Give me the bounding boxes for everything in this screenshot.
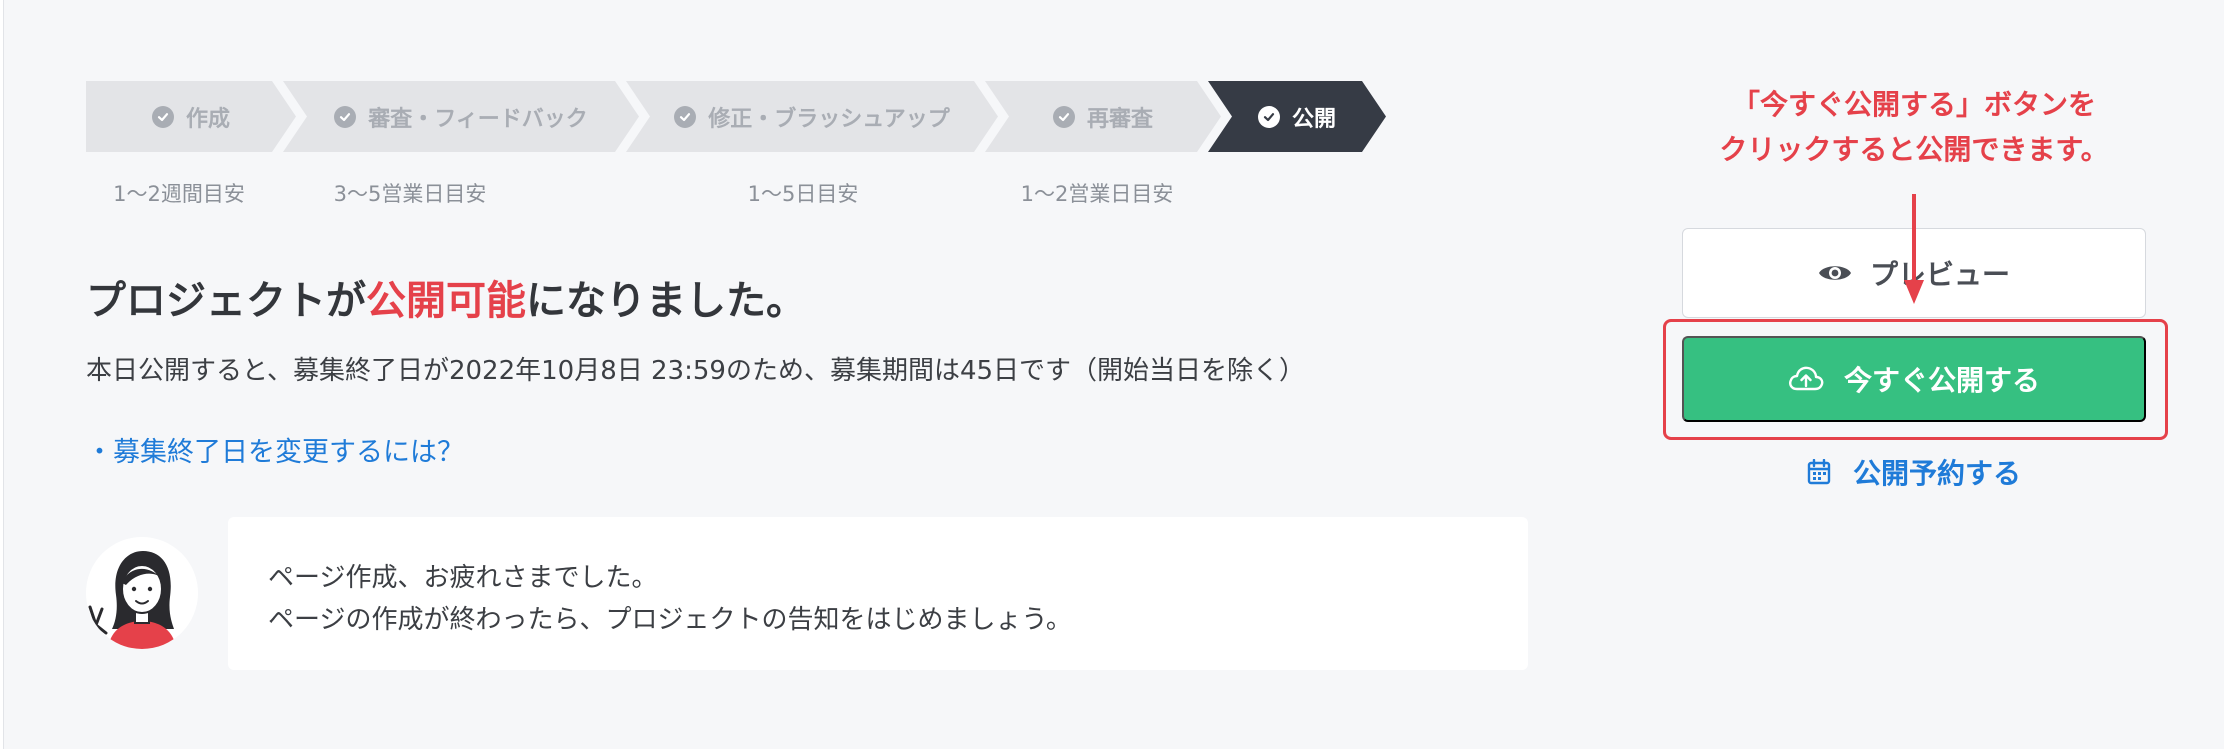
check-circle-icon bbox=[1053, 106, 1075, 128]
reserve-label: 公開予約する bbox=[1852, 457, 2022, 490]
annotation-line: クリックすると公開できます。 bbox=[1719, 133, 2109, 166]
step-re-review: 再審査 bbox=[985, 81, 1221, 152]
preview-label: プレビュー bbox=[1869, 259, 2010, 290]
step-label: 作成 bbox=[185, 106, 230, 132]
annotation-text: 「今すぐ公開する」ボタンを クリックすると公開できます。 bbox=[1719, 82, 2108, 172]
step-create: 作成 bbox=[86, 81, 296, 152]
end-date-info: 本日公開すると、募集終了日が2022年10月8日 23:59のため、募集期間は4… bbox=[86, 356, 1306, 386]
step-review: 審査・フィードバック bbox=[283, 81, 639, 152]
avatar bbox=[86, 537, 198, 649]
step-label: 再審査 bbox=[1086, 106, 1153, 132]
step-duration: 1〜5日目安 bbox=[747, 182, 859, 206]
message-bubble: ページ作成、お疲れさまでした。 ページの作成が終わったら、プロジェクトの告知をは… bbox=[228, 517, 1528, 670]
message-line: ページ作成、お疲れさまでした。 bbox=[268, 563, 658, 593]
step-duration: 1〜2営業日目安 bbox=[1020, 182, 1174, 206]
check-circle-icon bbox=[674, 106, 696, 128]
publish-label: 今すぐ公開する bbox=[1843, 365, 2040, 396]
woman-avatar bbox=[86, 537, 198, 649]
check-circle-icon bbox=[1258, 106, 1280, 128]
schedule-publish-link[interactable]: 公開予約する bbox=[1807, 452, 2021, 492]
step-label: 修正・ブラッシュアップ bbox=[708, 106, 950, 132]
step-duration: 1〜2週間目安 bbox=[113, 182, 245, 206]
annotation-arrow bbox=[1904, 194, 1924, 304]
check-circle-icon bbox=[152, 106, 174, 128]
annotation-line: 「今すぐ公開する」ボタンを bbox=[1731, 88, 2097, 121]
step-label: 公開 bbox=[1291, 106, 1336, 132]
eye-icon bbox=[1818, 266, 1851, 280]
step-label: 審査・フィードバック bbox=[368, 106, 588, 132]
calendar-icon bbox=[1807, 459, 1831, 485]
page: 作成 審査・フィードバック 修正・ブラッシュアップ 再審査 公開 1〜2週間目安… bbox=[3, 0, 2224, 749]
cloud-upload-icon bbox=[1789, 366, 1824, 391]
title-prefix: プロジェクトが bbox=[86, 278, 366, 324]
message-line: ページの作成が終わったら、プロジェクトの告知をはじめましょう。 bbox=[268, 605, 1072, 635]
step-publish: 公開 bbox=[1208, 81, 1386, 152]
title-suffix: になりました。 bbox=[526, 278, 806, 324]
step-duration: 3〜5営業日目安 bbox=[333, 182, 487, 206]
title-highlight: 公開可能 bbox=[366, 278, 526, 324]
progress-stepper: 作成 審査・フィードバック 修正・ブラッシュアップ 再審査 公開 bbox=[86, 81, 1406, 152]
publish-now-button[interactable]: 今すぐ公開する bbox=[1682, 336, 2146, 422]
change-end-date-link[interactable]: ・募集終了日を変更するには？ bbox=[86, 430, 464, 469]
step-revise: 修正・ブラッシュアップ bbox=[626, 81, 998, 152]
page-title: プロジェクトが公開可能になりました。 bbox=[86, 268, 806, 326]
check-circle-icon bbox=[334, 106, 356, 128]
